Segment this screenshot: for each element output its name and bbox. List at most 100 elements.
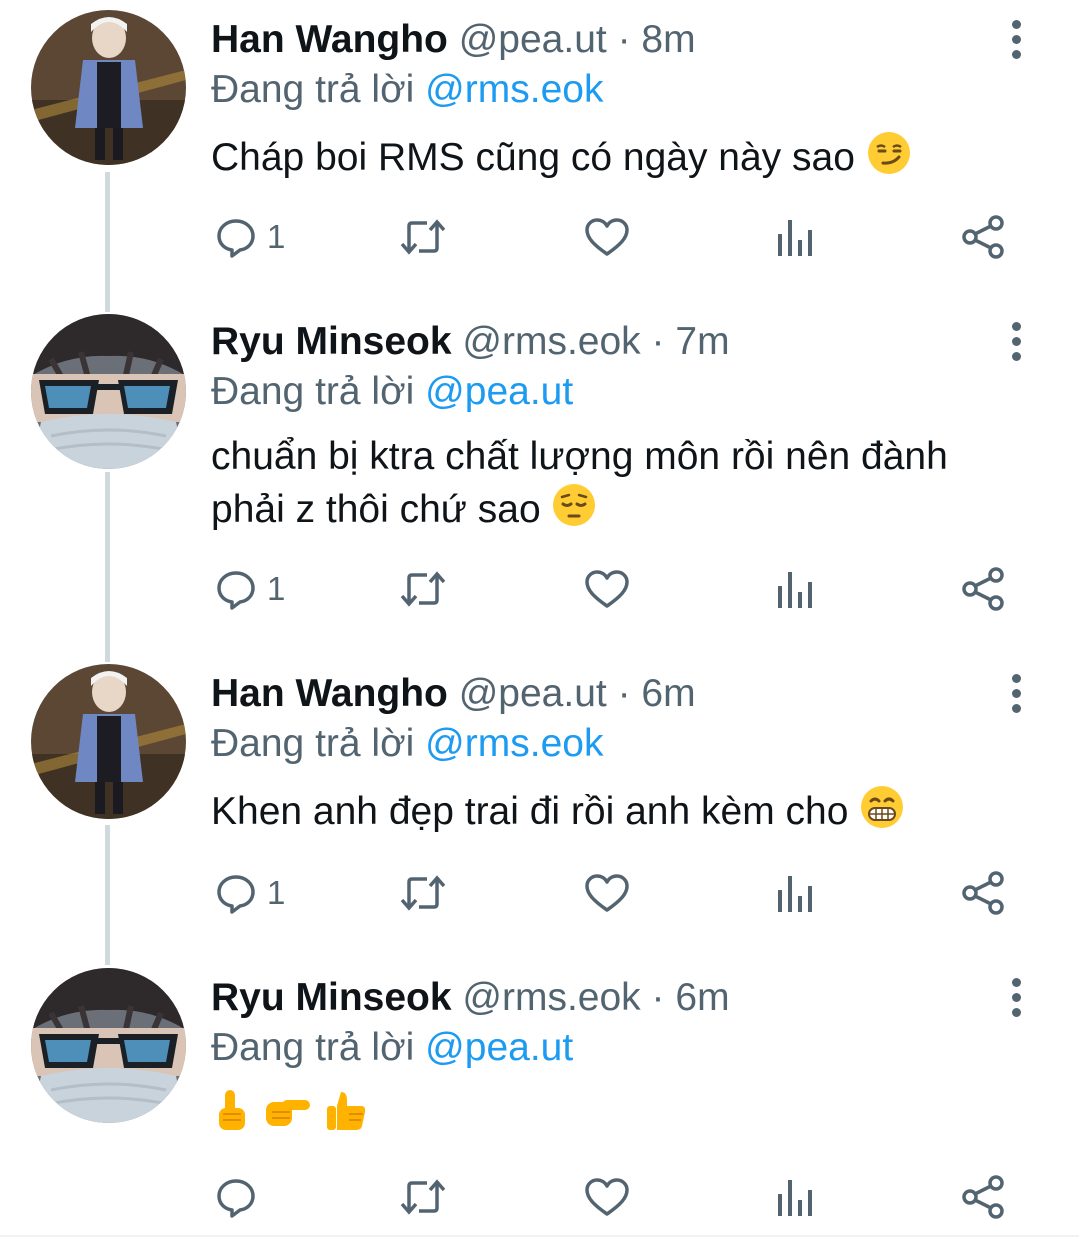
more-icon[interactable] [1002, 20, 1030, 60]
timestamp[interactable]: 6m [675, 976, 729, 1019]
tweet-actions: 1 [211, 868, 1031, 918]
avatar[interactable] [31, 10, 186, 165]
more-icon[interactable] [1002, 322, 1030, 362]
reply-icon [217, 571, 255, 610]
tweet-text: Khen anh đẹp trai đi rồi anh kèm cho [211, 784, 1041, 843]
pensive-face-emoji [551, 482, 597, 541]
timestamp[interactable]: 8m [641, 18, 695, 61]
tweet-actions: 1 [211, 564, 1031, 614]
reply-button[interactable]: 1 [215, 564, 285, 614]
analytics-icon [778, 876, 812, 912]
tweet-text-line: phải z thôi chứ sao [211, 487, 541, 531]
reply-button[interactable] [215, 1172, 267, 1222]
bottom-divider [0, 1235, 1079, 1237]
reply-button[interactable]: 1 [215, 868, 285, 918]
display-name[interactable]: Ryu Minseok [211, 320, 452, 363]
share-button[interactable] [960, 868, 1006, 918]
mention-link[interactable]: @pea.ut [425, 370, 573, 413]
tweet-text-line: chuẩn bị ktra chất lượng môn rồi nên đàn… [211, 435, 948, 478]
like-icon [585, 218, 629, 256]
reply-button[interactable]: 1 [215, 212, 285, 262]
tweet[interactable]: Ryu Minseok @rms.eok · 6m Đang trả lời @… [0, 958, 1079, 1234]
retweet-icon [400, 571, 446, 607]
reply-count: 1 [267, 570, 286, 607]
mention-link[interactable]: @rms.eok [425, 722, 603, 765]
tweet-text-line: Cháp boi RMS cũng có ngày này sao [211, 135, 855, 179]
mention-link[interactable]: @rms.eok [425, 68, 603, 111]
tweet-header: Ryu Minseok @rms.eok · 6m [211, 976, 730, 1020]
tweet-actions: 1 [211, 212, 1031, 262]
retweet-icon [400, 219, 446, 255]
like-button[interactable] [584, 868, 630, 918]
replying-to: Đang trả lời @pea.ut [211, 1026, 573, 1070]
retweet-button[interactable] [399, 1172, 447, 1222]
separator-dot: · [651, 320, 665, 363]
replying-to: Đang trả lời @rms.eok [211, 68, 603, 112]
display-name[interactable]: Han Wangho [211, 18, 448, 61]
retweet-button[interactable] [399, 564, 447, 614]
tweet-header: Han Wangho @pea.ut · 8m [211, 18, 696, 62]
share-icon [962, 1175, 1004, 1219]
like-button[interactable] [584, 564, 630, 614]
tweet[interactable]: Ryu Minseok @rms.eok · 7m Đang trả lời @… [0, 302, 1079, 652]
replying-to-label: Đang trả lời [211, 722, 415, 765]
analytics-icon [778, 572, 812, 608]
retweet-button[interactable] [399, 212, 447, 262]
share-button[interactable] [960, 212, 1006, 262]
avatar[interactable] [31, 664, 186, 819]
share-button[interactable] [960, 564, 1006, 614]
user-handle[interactable]: @rms.eok [462, 320, 640, 363]
tweet-text: chuẩn bị ktra chất lượng môn rồi nên đàn… [211, 432, 1041, 541]
like-icon [585, 570, 629, 608]
reply-count: 1 [267, 218, 286, 255]
more-icon[interactable] [1002, 978, 1030, 1018]
display-name[interactable]: Ryu Minseok [211, 976, 452, 1019]
reply-icon [217, 1179, 255, 1218]
replying-to-label: Đang trả lời [211, 370, 415, 413]
mention-link[interactable]: @pea.ut [425, 1026, 573, 1069]
separator-dot: · [617, 18, 631, 61]
analytics-button[interactable] [776, 868, 816, 918]
analytics-button[interactable] [776, 212, 816, 262]
like-button[interactable] [584, 1172, 630, 1222]
replying-to: Đang trả lời @rms.eok [211, 722, 603, 766]
avatar[interactable] [31, 314, 186, 469]
replying-to-label: Đang trả lời [211, 1026, 415, 1069]
more-icon[interactable] [1002, 674, 1030, 714]
smirking-face-emoji [866, 130, 912, 189]
reply-count: 1 [267, 874, 286, 911]
separator-dot: · [651, 976, 665, 1019]
share-icon [962, 567, 1004, 611]
thumbs-up-emoji [323, 1088, 369, 1147]
user-handle[interactable]: @pea.ut [459, 672, 607, 715]
tweet-text [211, 1088, 1041, 1147]
share-icon [962, 871, 1004, 915]
display-name[interactable]: Han Wangho [211, 672, 448, 715]
tweet-text-line: Khen anh đẹp trai đi rồi anh kèm cho [211, 789, 849, 833]
avatar[interactable] [31, 968, 186, 1123]
retweet-icon [400, 1179, 446, 1215]
tweet-actions [211, 1172, 1031, 1222]
tweet[interactable]: Han Wangho @pea.ut · 8m Đang trả lời @rm… [0, 0, 1079, 300]
user-handle[interactable]: @rms.eok [462, 976, 640, 1019]
like-icon [585, 1178, 629, 1216]
analytics-button[interactable] [776, 1172, 816, 1222]
replying-to-label: Đang trả lời [211, 68, 415, 111]
retweet-button[interactable] [399, 868, 447, 918]
like-button[interactable] [584, 212, 630, 262]
tweet[interactable]: Han Wangho @pea.ut · 6m Đang trả lời @rm… [0, 654, 1079, 954]
pointing-right-emoji [262, 1088, 312, 1147]
analytics-button[interactable] [776, 564, 816, 614]
grinning-face-emoji [859, 784, 905, 843]
share-button[interactable] [960, 1172, 1006, 1222]
pointing-up-emoji [211, 1088, 251, 1147]
analytics-icon [778, 1180, 812, 1216]
user-handle[interactable]: @pea.ut [459, 18, 607, 61]
analytics-icon [778, 220, 812, 256]
separator-dot: · [617, 672, 631, 715]
timestamp[interactable]: 7m [675, 320, 729, 363]
retweet-icon [400, 875, 446, 911]
timestamp[interactable]: 6m [641, 672, 695, 715]
reply-icon [217, 875, 255, 914]
tweet-text: Cháp boi RMS cũng có ngày này sao [211, 130, 1041, 189]
